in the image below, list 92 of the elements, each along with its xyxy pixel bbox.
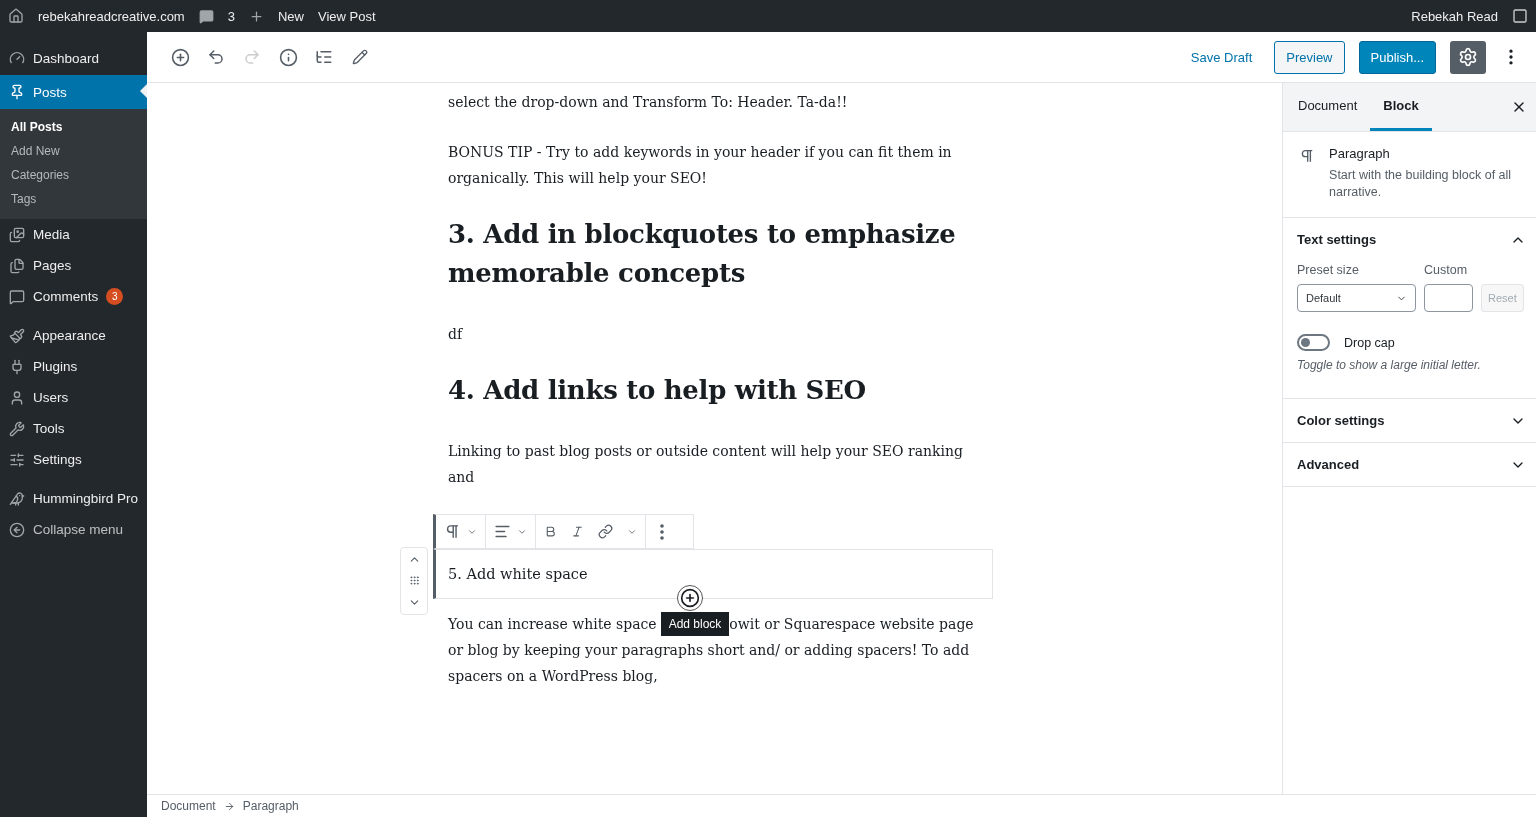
view-post-link[interactable]: View Post (317, 8, 376, 24)
submenu-item[interactable]: Add New (0, 139, 147, 163)
panel-header[interactable]: Color settings (1283, 399, 1536, 442)
more-icon (660, 523, 664, 540)
sidebar-item[interactable]: Comments 3 (0, 281, 147, 312)
menu-icon (9, 420, 25, 437)
menu-label: Users (33, 390, 69, 405)
paragraph: owit or Squarespace website page (729, 615, 974, 634)
menu-label: Collapse menu (33, 522, 124, 537)
publish-button[interactable]: Publish... (1358, 40, 1436, 74)
submenu-item[interactable]: All Posts (0, 115, 147, 139)
menu-icon (9, 257, 25, 274)
add-block-icon[interactable] (169, 46, 191, 68)
user-name[interactable]: Rebekah Read (1411, 8, 1498, 24)
menu-icon (9, 84, 25, 100)
avatar-icon (1512, 8, 1528, 24)
menu-icon (9, 490, 25, 507)
sidebar-item[interactable]: Dashboard (0, 41, 147, 75)
panel-header[interactable]: Text settings (1283, 218, 1536, 261)
heading: 4. Add links to help with SEO (448, 374, 867, 407)
new-link[interactable]: New (277, 8, 304, 24)
bold-icon (544, 525, 557, 538)
menu-icon (9, 327, 25, 344)
sidebar-item[interactable]: Appearance (0, 320, 147, 351)
menu-label: Plugins (33, 359, 78, 374)
toggle-switch[interactable] (1297, 334, 1330, 351)
field-label: Custom (1424, 263, 1469, 277)
paragraph: BONUS TIP - Try to add keywords in your header if you can fit them in organically. This will help your SEO! (448, 143, 953, 188)
block-description: Start with the building block of all narrative. (1329, 167, 1513, 201)
menu-label: Dashboard (33, 50, 100, 66)
sidebar-item[interactable]: Plugins (0, 351, 147, 382)
count-badge: 3 (106, 288, 124, 305)
align-left-icon (494, 523, 511, 540)
site-link[interactable]: rebekahreadcreative.com (38, 8, 185, 24)
field-label: Preset size (1297, 263, 1360, 277)
preview-button[interactable]: Preview (1274, 40, 1345, 74)
menu-icon (9, 288, 25, 305)
paragraph: Linking to past blog posts or outside content will help your SEO ranking and (448, 442, 964, 487)
menu-label: Appearance (33, 328, 106, 343)
custom-size-input[interactable] (1424, 284, 1473, 312)
sidebar-item[interactable]: Collapse menu (0, 514, 147, 545)
paragraph: You can increase white space (448, 615, 657, 634)
plus-icon (248, 8, 264, 24)
menu-icon (9, 226, 25, 243)
paragraph: select the drop-down and Transform To: Header. Ta-da!! (448, 93, 849, 112)
paragraph: df (448, 325, 464, 344)
sidebar-item[interactable]: Tools (0, 413, 147, 444)
sidebar-item[interactable]: Pages (0, 250, 147, 281)
submenu-item[interactable]: Categories (0, 163, 147, 187)
menu-label: Hummingbird Pro (33, 491, 139, 506)
menu-label: Media (33, 227, 70, 242)
menu-icon (9, 521, 25, 538)
sidebar-item[interactable]: Media (0, 219, 147, 250)
info-icon[interactable] (277, 46, 299, 68)
sidebar-item[interactable]: Posts (0, 75, 147, 109)
settings-button[interactable] (1450, 40, 1486, 74)
gear-icon (1458, 47, 1478, 67)
paragraph: or blog by keeping your paragraphs short and/ or adding spacers! To add spacers on a WordPress blog, (448, 641, 971, 686)
sidebar-item[interactable]: Users (0, 382, 147, 413)
drag-handle-icon (408, 575, 420, 587)
block-name: Paragraph (1329, 146, 1391, 161)
menu-icon (9, 451, 25, 468)
menu-label: Pages (33, 258, 72, 273)
italic-icon (571, 525, 584, 538)
menu-label: Comments (33, 289, 99, 304)
tooltip: Add block (660, 612, 730, 636)
comment-icon (198, 8, 214, 24)
menu-icon (9, 358, 25, 375)
toggle-label: Drop cap (1344, 335, 1395, 350)
home-icon (8, 8, 24, 24)
sidebar-item[interactable]: Hummingbird Pro (0, 483, 147, 514)
panel-header[interactable]: Advanced (1283, 443, 1536, 486)
heading: 3. Add in blockquotes to emphasize memorable concepts (448, 218, 957, 290)
breadcrumb-item[interactable]: Document (161, 799, 216, 813)
menu-icon (9, 389, 25, 406)
sidebar-item[interactable]: Settings (0, 444, 147, 475)
menu-label: Tools (33, 421, 65, 436)
help-text: Toggle to show a large initial letter. (1297, 358, 1482, 372)
menu-label: Posts (33, 84, 67, 100)
preset-size-select[interactable]: Default (1297, 284, 1416, 312)
save-draft-button[interactable]: Save Draft (1182, 43, 1261, 71)
arrow-icon (223, 800, 235, 812)
menu-icon (9, 50, 25, 66)
add-block-button[interactable] (677, 585, 703, 611)
panel-tab[interactable]: Document (1285, 83, 1371, 131)
link-icon (598, 524, 613, 539)
submenu-item[interactable]: Tags (0, 187, 147, 211)
menu-label: Settings (33, 452, 82, 467)
breadcrumb-item[interactable]: Paragraph (242, 799, 299, 813)
pilcrow-icon (444, 523, 461, 540)
panel-tab[interactable]: Block (1370, 83, 1432, 131)
comments-count[interactable]: 3 (227, 8, 235, 24)
